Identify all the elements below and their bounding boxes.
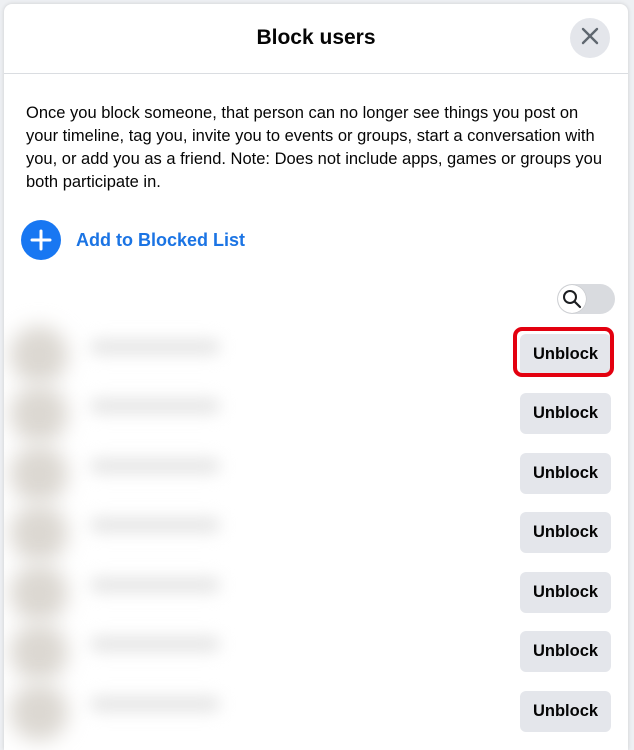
blocked-user-row: Unblock bbox=[4, 322, 628, 384]
unblock-button[interactable]: Unblock bbox=[520, 453, 611, 494]
close-button[interactable] bbox=[570, 18, 610, 58]
avatar bbox=[10, 623, 68, 681]
blocked-user-row: Unblock bbox=[4, 441, 628, 503]
blurred-user-name bbox=[90, 340, 220, 354]
blurred-user-name bbox=[90, 637, 220, 651]
avatar bbox=[10, 564, 68, 622]
blocked-user-row: Unblock bbox=[4, 381, 628, 443]
block-users-dialog: Block users Once you block someone, that… bbox=[4, 4, 628, 750]
unblock-button[interactable]: Unblock bbox=[520, 334, 611, 375]
blocked-user-row: Unblock bbox=[4, 679, 628, 741]
avatar bbox=[10, 504, 68, 562]
add-to-blocked-list-label: Add to Blocked List bbox=[76, 229, 246, 250]
blocked-user-row: Unblock bbox=[4, 560, 628, 622]
avatar bbox=[10, 683, 68, 741]
avatar bbox=[10, 385, 68, 443]
blurred-user-name bbox=[90, 518, 220, 532]
add-to-blocked-list-button[interactable]: Add to Blocked List bbox=[21, 220, 245, 260]
blocked-user-row: Unblock bbox=[4, 500, 628, 562]
unblock-button[interactable]: Unblock bbox=[520, 691, 611, 732]
avatar bbox=[10, 326, 68, 384]
close-icon bbox=[580, 26, 600, 51]
avatar bbox=[10, 445, 68, 503]
blocked-user-row: Unblock bbox=[4, 619, 628, 681]
blurred-user-name bbox=[90, 578, 220, 592]
unblock-button[interactable]: Unblock bbox=[520, 512, 611, 553]
dialog-header: Block users bbox=[4, 4, 628, 74]
unblock-button[interactable]: Unblock bbox=[520, 393, 611, 434]
unblock-button[interactable]: Unblock bbox=[520, 572, 611, 613]
blurred-user-name bbox=[90, 459, 220, 473]
blurred-user-name bbox=[90, 399, 220, 413]
plus-icon bbox=[21, 220, 61, 260]
search-icon bbox=[558, 285, 586, 313]
unblock-button[interactable]: Unblock bbox=[520, 631, 611, 672]
block-description: Once you block someone, that person can … bbox=[26, 104, 603, 191]
blurred-user-name bbox=[90, 697, 220, 711]
search-toggle[interactable] bbox=[557, 284, 615, 314]
dialog-title: Block users bbox=[256, 26, 376, 49]
